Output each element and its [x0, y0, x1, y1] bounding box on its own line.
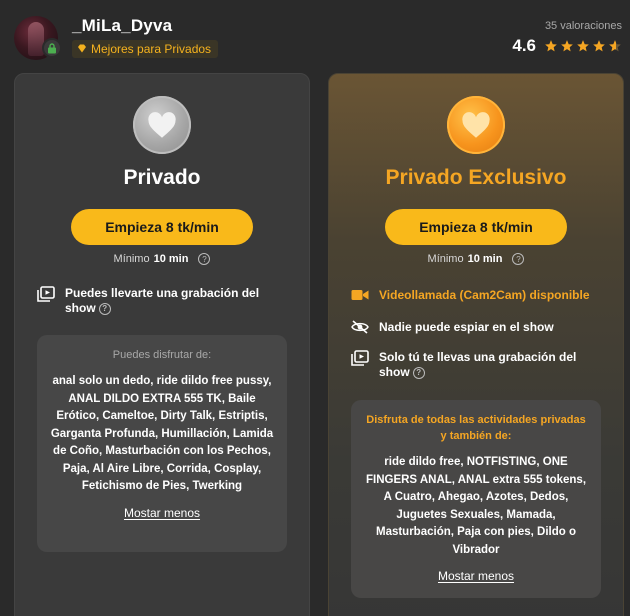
recording-icon — [37, 286, 55, 302]
info-icon[interactable]: ? — [512, 253, 525, 265]
rating-value: 4.6 — [512, 36, 536, 55]
heart-icon — [133, 96, 191, 154]
star-icon — [561, 40, 573, 52]
minimum-value: 10 min — [153, 253, 189, 265]
exclusive-show-card: Privado Exclusivo Empieza 8 tk/min Mínim… — [328, 73, 624, 616]
diamond-icon — [77, 42, 87, 56]
heart-icon — [447, 96, 505, 154]
private-show-card: Privado Empieza 8 tk/min Mínimo 10 min ?… — [14, 73, 310, 616]
minimum-value: 10 min — [467, 253, 503, 265]
model-header: _MiLa_Dyva Mejores para Privados 35 valo… — [0, 0, 630, 66]
start-exclusive-button[interactable]: Empieza 8 tk/min — [385, 209, 567, 245]
star-icon — [577, 40, 589, 52]
minimum-duration: Mínimo 10 min ? — [15, 253, 309, 265]
activities-box: Puedes disfrutar de: anal solo un dedo, … — [37, 335, 287, 552]
activities-header: Puedes disfrutar de: — [112, 349, 212, 361]
best-for-private-badge: Mejores para Privados — [72, 40, 219, 58]
feature-text: Solo tú te llevas una grabación del show — [379, 350, 577, 379]
star-half-icon — [609, 40, 621, 52]
star-rating — [544, 39, 622, 53]
feature-no-spy: Nadie puede espiar en el show — [351, 320, 601, 336]
show-less-link[interactable]: Mostar menos — [438, 569, 514, 583]
video-camera-icon — [351, 288, 369, 304]
activities-list: ride dildo free, NOTFISTING, ONE FINGERS… — [365, 456, 587, 556]
star-icon — [545, 40, 557, 52]
info-icon[interactable]: ? — [412, 366, 425, 379]
activities-box: Disfruta de todas las actividades privad… — [351, 400, 601, 598]
card-title: Privado — [123, 166, 201, 189]
activities-list: anal solo un dedo, ride dildo free pussy… — [50, 375, 274, 492]
minimum-duration: Mínimo 10 min ? — [329, 253, 623, 265]
feature-text: Videollamada (Cam2Cam) disponible — [379, 288, 590, 302]
badge-label: Mejores para Privados — [91, 42, 212, 56]
recording-icon — [351, 350, 369, 366]
star-icon — [593, 40, 605, 52]
feature-cam2cam: Videollamada (Cam2Cam) disponible — [351, 288, 601, 304]
feature-text: Puedes llevarte una grabación del show — [65, 286, 260, 315]
minimum-label: Mínimo — [113, 253, 150, 265]
start-private-button[interactable]: Empieza 8 tk/min — [71, 209, 253, 245]
username[interactable]: _MiLa_Dyva — [72, 16, 172, 36]
eye-slash-icon — [351, 320, 369, 336]
card-title: Privado Exclusivo — [385, 166, 567, 189]
rating: 4.6 — [512, 36, 622, 56]
info-icon[interactable]: ? — [198, 253, 211, 265]
activities-header: Disfruta de todas las actividades privad… — [366, 414, 586, 442]
feature-recording: Solo tú te llevas una grabación del show… — [351, 350, 601, 380]
minimum-label: Mínimo — [427, 253, 464, 265]
feature-recording: Puedes llevarte una grabación del show? — [37, 286, 287, 316]
info-icon[interactable]: ? — [98, 302, 111, 315]
lock-icon — [42, 38, 62, 58]
feature-text: Nadie puede espiar en el show — [379, 320, 554, 334]
show-less-link[interactable]: Mostar menos — [124, 506, 200, 520]
reviews-count[interactable]: 35 valoraciones — [545, 20, 622, 32]
